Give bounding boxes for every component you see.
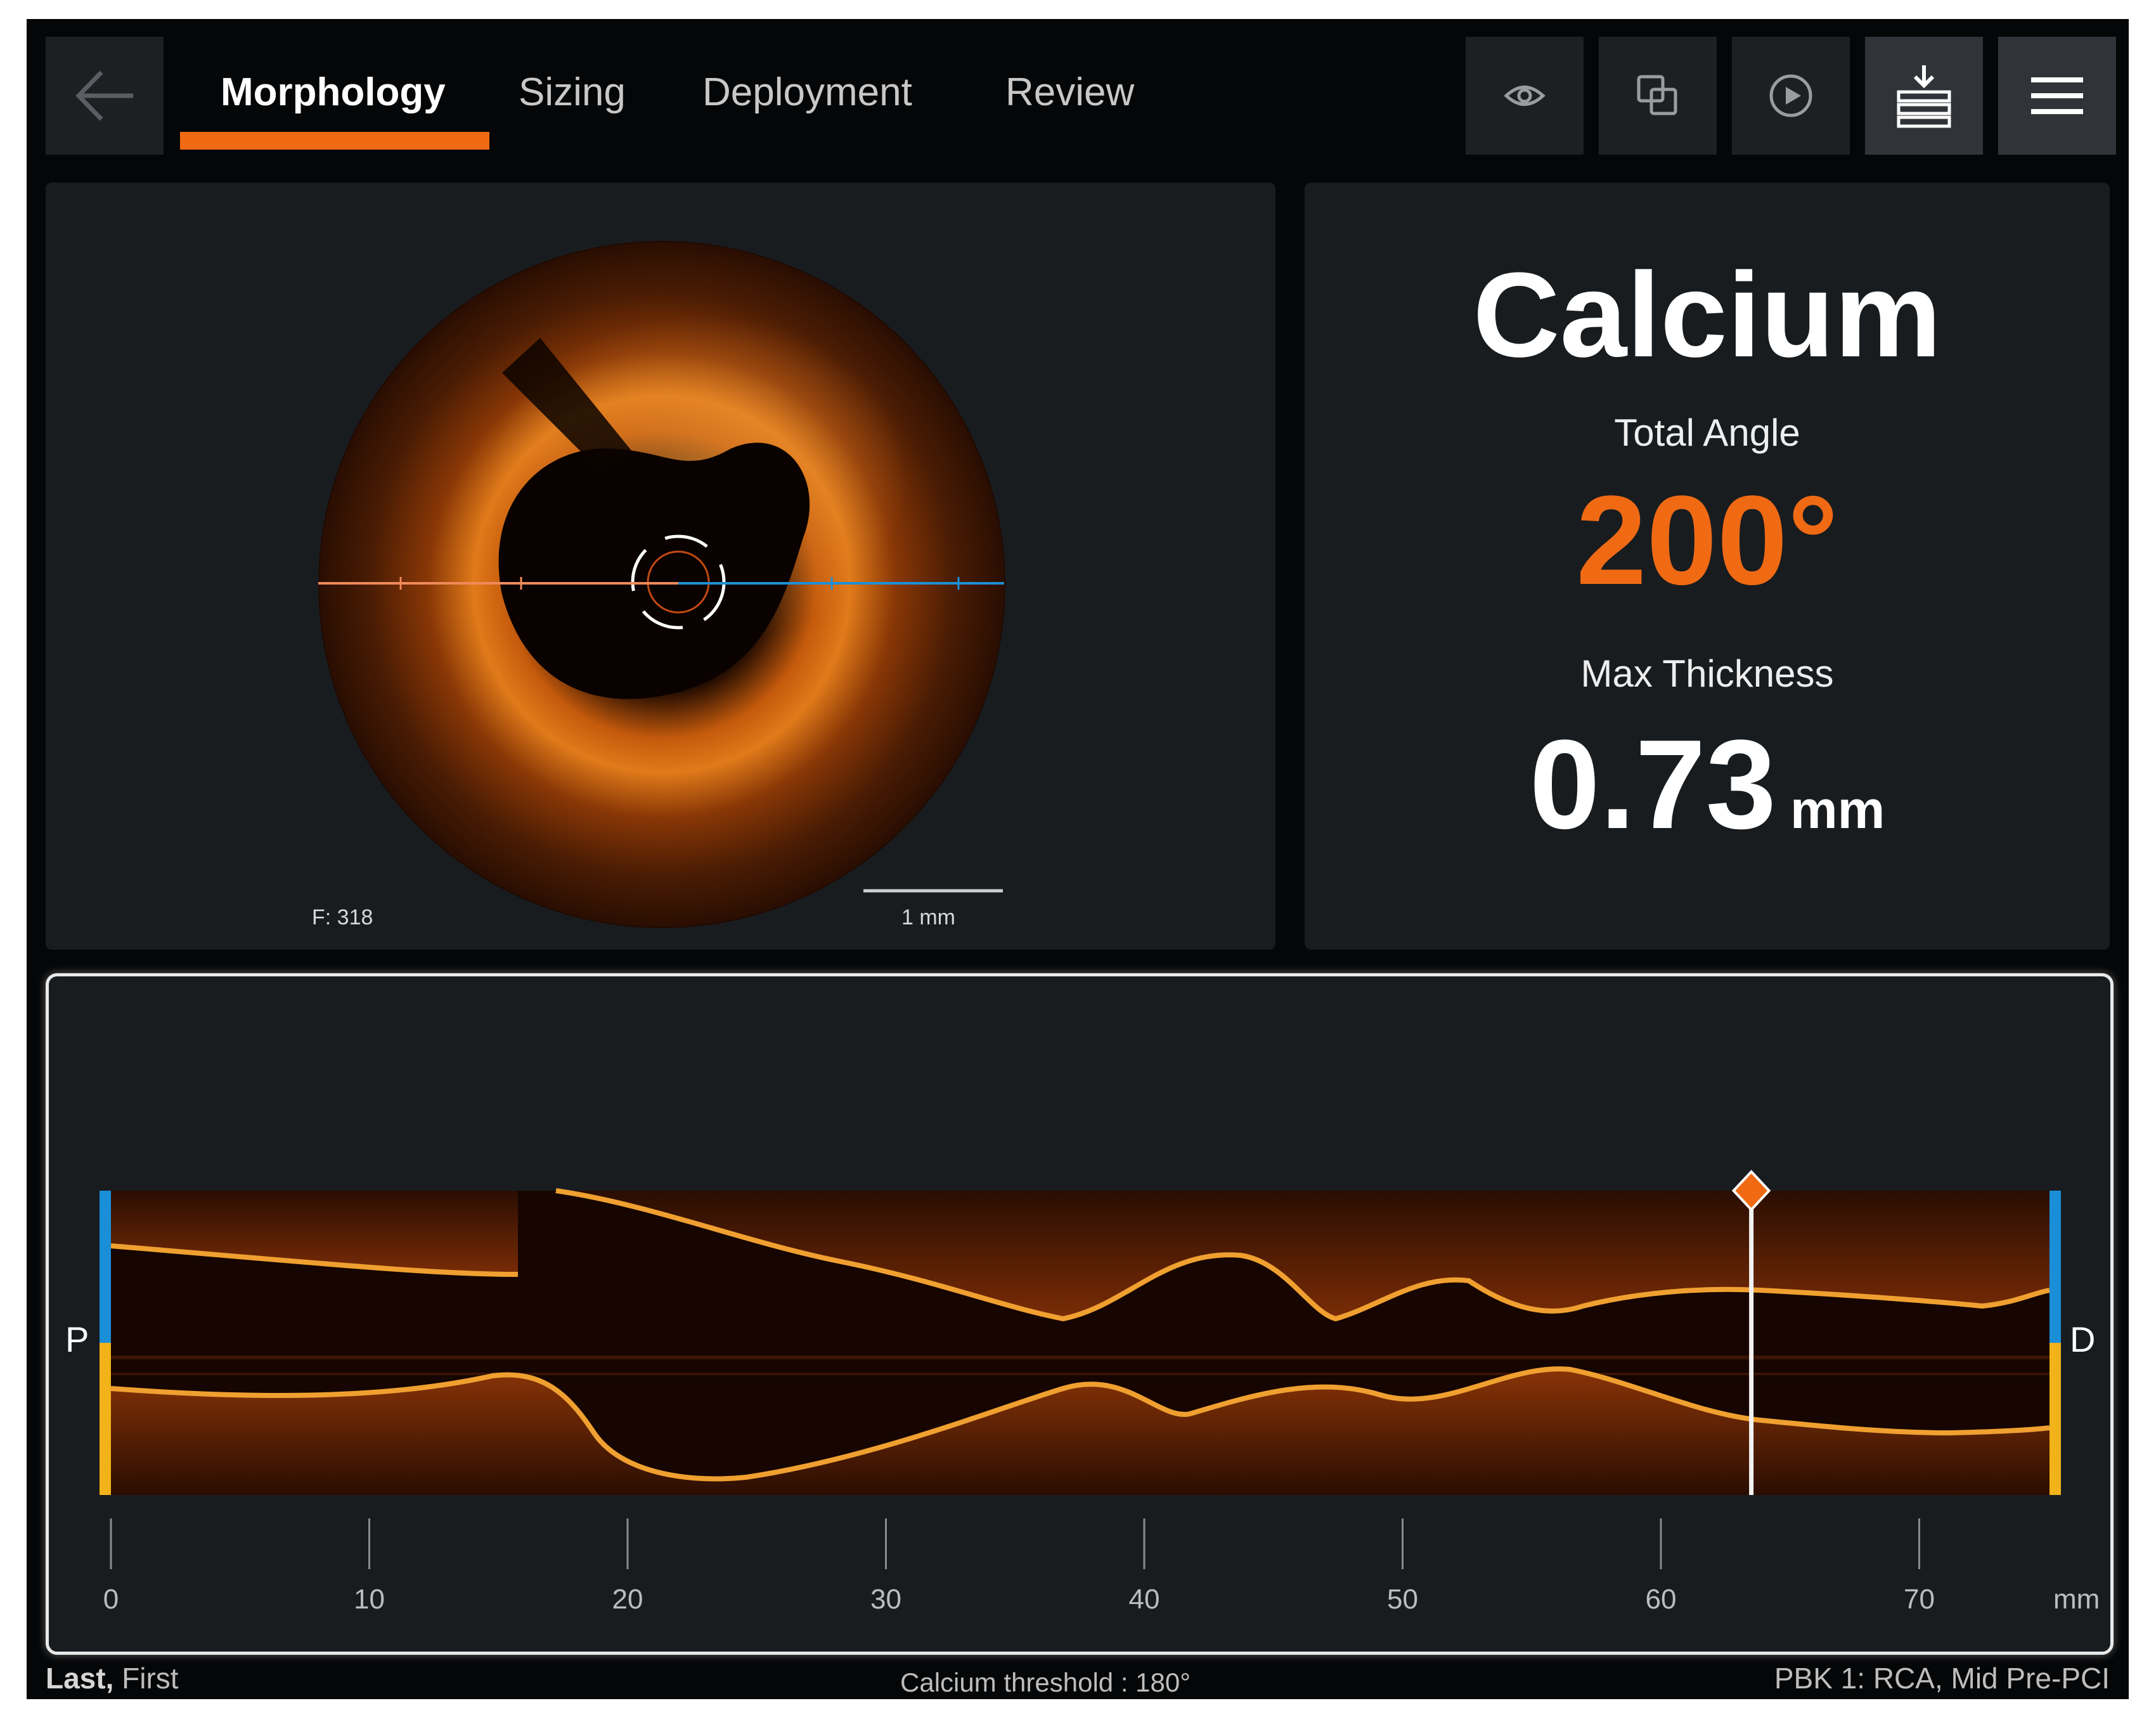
menu-icon bbox=[2031, 77, 2083, 114]
calcium-metrics-panel: Calcium Total Angle 200° Max Thickness 0… bbox=[1305, 183, 2110, 950]
copy-layers-icon bbox=[1637, 75, 1677, 115]
play-button[interactable] bbox=[1732, 37, 1850, 155]
total-angle-value: 200° bbox=[1576, 470, 1838, 611]
axis-tick-label: 70 bbox=[1904, 1584, 1935, 1615]
axis-tick-label: 0 bbox=[103, 1584, 119, 1615]
distal-label: D bbox=[2070, 1319, 2096, 1359]
eye-icon bbox=[1504, 86, 1546, 106]
axis-ticks bbox=[110, 1518, 1920, 1569]
distal-bar-yellow bbox=[2049, 1343, 2061, 1495]
longitudinal-view-panel: P D 0 10 20 30 40 50 60 70 mm bbox=[46, 973, 2114, 1655]
menu-button[interactable] bbox=[1998, 37, 2116, 155]
axis-tick-label: 40 bbox=[1128, 1584, 1160, 1615]
distal-bar-blue bbox=[2049, 1191, 2061, 1343]
patient-first-name: First bbox=[122, 1662, 179, 1695]
oct-cross-section-panel: F: 318 1 mm bbox=[46, 183, 1275, 950]
axis-tick-label: 60 bbox=[1645, 1584, 1677, 1615]
proximal-bar-yellow bbox=[100, 1343, 111, 1495]
total-angle-label: Total Angle bbox=[1614, 411, 1800, 454]
max-thickness-unit: mm bbox=[1790, 780, 1885, 839]
max-thickness-label: Max Thickness bbox=[1580, 652, 1834, 695]
scale-bar-label: 1 mm bbox=[901, 905, 955, 929]
back-button[interactable] bbox=[46, 37, 164, 155]
tab-morphology[interactable]: Morphology bbox=[221, 70, 446, 115]
play-icon bbox=[1769, 74, 1812, 117]
active-tab-indicator bbox=[180, 132, 489, 150]
tab-sizing[interactable]: Sizing bbox=[519, 70, 626, 115]
patient-name: Last, First bbox=[46, 1661, 179, 1695]
axis-tick-label: 20 bbox=[612, 1584, 643, 1615]
longitudinal-image[interactable] bbox=[49, 976, 2110, 1652]
download-tray-icon bbox=[1897, 65, 1951, 128]
tab-deployment[interactable]: Deployment bbox=[702, 70, 912, 115]
patient-last-name: Last, bbox=[46, 1662, 114, 1695]
calcium-title: Calcium bbox=[1473, 248, 1942, 382]
app-window: Morphology Sizing Deployment Review F: 3… bbox=[27, 19, 2129, 1699]
axis-tick-label: 50 bbox=[1387, 1584, 1418, 1615]
frame-label: F: 318 bbox=[312, 905, 373, 929]
visibility-button[interactable] bbox=[1466, 37, 1584, 155]
oct-image[interactable] bbox=[46, 183, 1275, 950]
top-bar: Morphology Sizing Deployment Review bbox=[27, 19, 2129, 165]
max-thickness-value: 0.73 bbox=[1529, 714, 1776, 855]
axis-unit-label: mm bbox=[2053, 1584, 2100, 1615]
axis-tick-label: 30 bbox=[870, 1584, 901, 1615]
pullback-info: PBK 1: RCA, Mid Pre-PCI bbox=[1774, 1662, 2110, 1695]
max-thickness-readout: 0.73 mm bbox=[1305, 712, 2110, 858]
tab-review[interactable]: Review bbox=[1005, 70, 1134, 115]
calcium-threshold: Calcium threshold : 180° bbox=[900, 1667, 1191, 1697]
proximal-label: P bbox=[65, 1319, 89, 1359]
arrow-left-icon bbox=[75, 70, 133, 121]
axis-tick-label: 10 bbox=[354, 1584, 385, 1615]
export-button[interactable] bbox=[1865, 37, 1983, 155]
compare-button[interactable] bbox=[1599, 37, 1717, 155]
proximal-bar-blue bbox=[100, 1191, 111, 1343]
